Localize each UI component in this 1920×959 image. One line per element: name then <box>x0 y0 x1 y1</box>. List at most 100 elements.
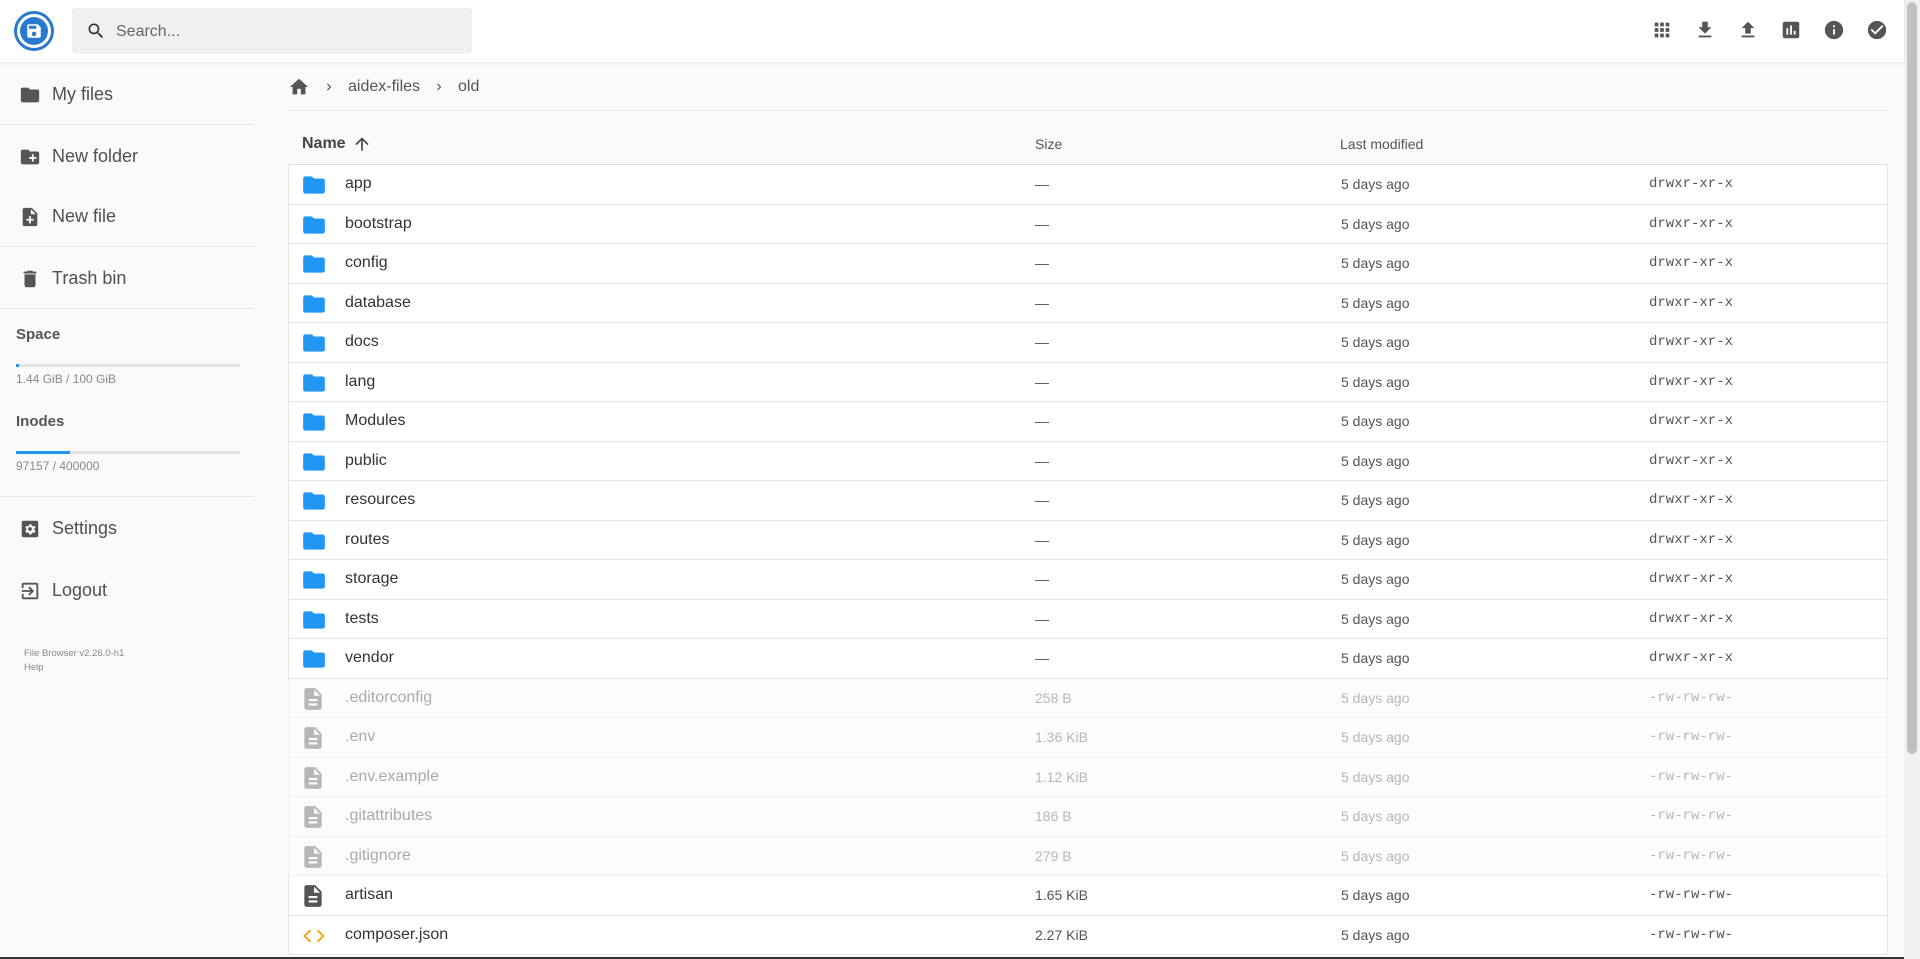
select-check-icon[interactable] <box>1862 15 1892 45</box>
file-name: docs <box>345 333 379 350</box>
chart-icon[interactable] <box>1776 15 1806 45</box>
sidebar-item-new-folder[interactable]: New folder <box>0 131 255 181</box>
file-row[interactable]: storage — 5 days ago drwxr-xr-x <box>288 560 1888 600</box>
folder-icon <box>300 567 326 591</box>
settings-icon <box>21 520 39 538</box>
file-size: 1.36 KiB <box>1035 729 1088 745</box>
file-icon <box>300 686 326 710</box>
file-permissions: -rw-rw-rw- <box>1649 729 1734 745</box>
file-row[interactable]: resources — 5 days ago drwxr-xr-x <box>288 481 1888 521</box>
file-name: storage <box>345 570 399 587</box>
sidebar-item-new-file[interactable]: New file <box>0 191 255 241</box>
breadcrumb: aidex-files old <box>288 72 479 102</box>
file-size: — <box>1035 176 1049 192</box>
chevron-right-icon <box>322 80 336 94</box>
file-permissions: drwxr-xr-x <box>1649 571 1734 587</box>
file-name: lang <box>345 372 376 390</box>
file-row[interactable]: docs — 5 days ago drwxr-xr-x <box>288 323 1888 363</box>
file-name: .env <box>345 728 376 745</box>
file-modified: 5 days ago <box>1341 531 1410 548</box>
file-row[interactable]: .env.example 1.12 KiB 5 days ago -rw-rw-rw- <box>288 757 1888 797</box>
file-modified: 5 days ago <box>1341 452 1410 469</box>
grid-view-icon[interactable] <box>1647 15 1677 45</box>
file-row[interactable]: vendor — 5 days ago drwxr-xr-x <box>288 639 1888 679</box>
file-size: — <box>1035 215 1049 232</box>
file-list: app — 5 days ago drwxr-xr-x bootstrap — 5 days… <box>288 164 1888 955</box>
divider <box>0 124 255 125</box>
breadcrumb-item[interactable]: old <box>458 78 479 96</box>
app-header <box>0 0 1904 62</box>
file-name: database <box>345 293 411 311</box>
file-modified: 5 days ago <box>1341 373 1410 390</box>
breadcrumb-item[interactable]: aidex-files <box>348 78 420 96</box>
info-icon[interactable] <box>1819 15 1849 45</box>
file-size: 1.12 KiB <box>1035 768 1088 785</box>
file-permissions: drwxr-xr-x <box>1649 531 1734 548</box>
sort-by-modified[interactable]: Last modified <box>1340 124 1423 164</box>
file-permissions: drwxr-xr-x <box>1649 255 1734 271</box>
file-name: .editorconfig <box>345 688 433 706</box>
help-link[interactable]: Help <box>24 662 44 673</box>
file-icon <box>300 883 326 907</box>
file-row[interactable]: composer.json 2.27 KiB 5 days ago -rw-rw-rw… <box>288 915 1888 955</box>
note-add-icon <box>22 207 38 227</box>
file-size: 258 B <box>1035 689 1072 706</box>
search-input[interactable] <box>114 8 458 56</box>
scrollbar[interactable] <box>1904 0 1920 959</box>
download-icon[interactable] <box>1690 15 1720 45</box>
sidebar-item-my-files[interactable]: My files <box>0 69 255 119</box>
file-permissions: -rw-rw-rw- <box>1649 926 1734 943</box>
file-name: public <box>345 451 387 469</box>
file-name: app <box>345 175 372 192</box>
file-row[interactable]: .gitattributes 186 B 5 days ago -rw-rw-rw- <box>288 797 1888 837</box>
folder-icon <box>20 87 40 103</box>
folder-icon <box>300 291 326 315</box>
file-modified: 5 days ago <box>1341 176 1410 192</box>
file-row[interactable]: public — 5 days ago drwxr-xr-x <box>288 441 1888 481</box>
sort-by-name[interactable]: Name <box>302 124 372 164</box>
sidebar-item-logout[interactable]: Logout <box>0 565 255 615</box>
scrollbar-thumb[interactable] <box>1907 2 1917 754</box>
file-row[interactable]: .env 1.36 KiB 5 days ago -rw-rw-rw- <box>288 718 1888 758</box>
app-logo[interactable] <box>14 11 54 51</box>
sidebar-item-label: My files <box>52 83 114 104</box>
list-header: Name Size Last modified <box>288 124 1888 164</box>
file-icon <box>300 725 326 749</box>
divider <box>0 308 255 309</box>
file-row[interactable]: artisan 1.65 KiB 5 days ago -rw-rw-rw- <box>288 876 1888 916</box>
file-size: — <box>1035 650 1049 666</box>
file-row[interactable]: tests — 5 days ago drwxr-xr-x <box>288 599 1888 639</box>
sort-by-size[interactable]: Size <box>1035 124 1062 164</box>
search-box[interactable] <box>72 8 472 56</box>
sidebar-item-trash-bin[interactable]: Trash bin <box>0 253 255 303</box>
upload-icon[interactable] <box>1733 15 1763 45</box>
file-row[interactable]: .editorconfig 258 B 5 days ago -rw-rw-rw- <box>288 678 1888 718</box>
create-new-folder-icon <box>20 149 40 165</box>
file-row[interactable]: database — 5 days ago drwxr-xr-x <box>288 283 1888 323</box>
file-permissions: drwxr-xr-x <box>1649 492 1734 508</box>
file-icon <box>300 804 326 828</box>
file-row[interactable]: Modules — 5 days ago drwxr-xr-x <box>288 402 1888 442</box>
inodes-usage-text: 97157 / 400000 <box>16 459 100 473</box>
file-row[interactable]: .gitignore 279 B 5 days ago -rw-rw-rw- <box>288 836 1888 876</box>
file-modified: 5 days ago <box>1341 808 1410 824</box>
version-credit[interactable]: File Browser v2.26.0-h1 <box>24 648 124 659</box>
file-modified: 5 days ago <box>1341 215 1410 232</box>
folder-icon <box>300 172 326 196</box>
file-row[interactable]: routes — 5 days ago drwxr-xr-x <box>288 520 1888 560</box>
space-usage-text: 1.44 GiB / 100 GiB <box>16 372 117 386</box>
file-size: — <box>1035 610 1049 627</box>
file-name: .gitattributes <box>345 807 433 824</box>
file-name: artisan <box>345 886 394 903</box>
file-name: .gitignore <box>345 846 411 864</box>
sidebar-item-settings[interactable]: Settings <box>0 503 255 553</box>
file-permissions: drwxr-xr-x <box>1649 215 1734 232</box>
folder-icon <box>300 251 326 275</box>
home-icon[interactable] <box>288 76 310 98</box>
file-row[interactable]: app — 5 days ago drwxr-xr-x <box>288 164 1888 205</box>
file-row[interactable]: bootstrap — 5 days ago drwxr-xr-x <box>288 204 1888 244</box>
file-permissions: drwxr-xr-x <box>1649 413 1734 429</box>
file-row[interactable]: lang — 5 days ago drwxr-xr-x <box>288 362 1888 402</box>
sidebar-item-label: Trash bin <box>52 267 127 288</box>
file-row[interactable]: config — 5 days ago drwxr-xr-x <box>288 244 1888 284</box>
